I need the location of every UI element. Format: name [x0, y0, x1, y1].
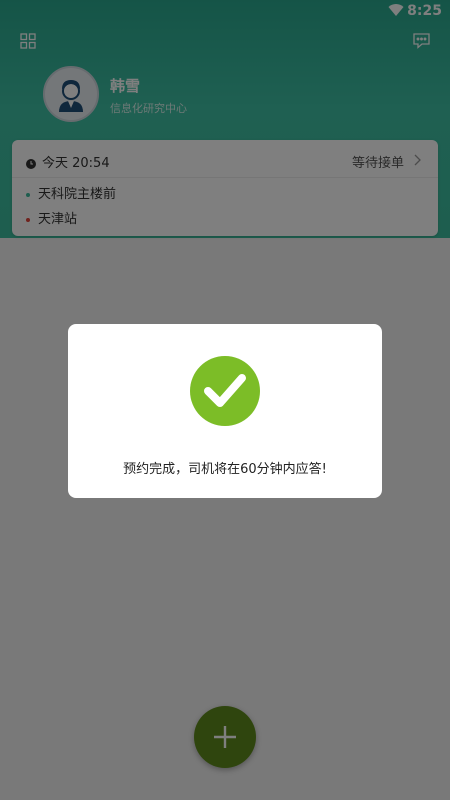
success-dialog: 预约完成，司机将在60分钟内应答! [68, 324, 382, 498]
dialog-message: 预约完成，司机将在60分钟内应答! [123, 462, 327, 477]
checkmark-icon [190, 356, 260, 426]
